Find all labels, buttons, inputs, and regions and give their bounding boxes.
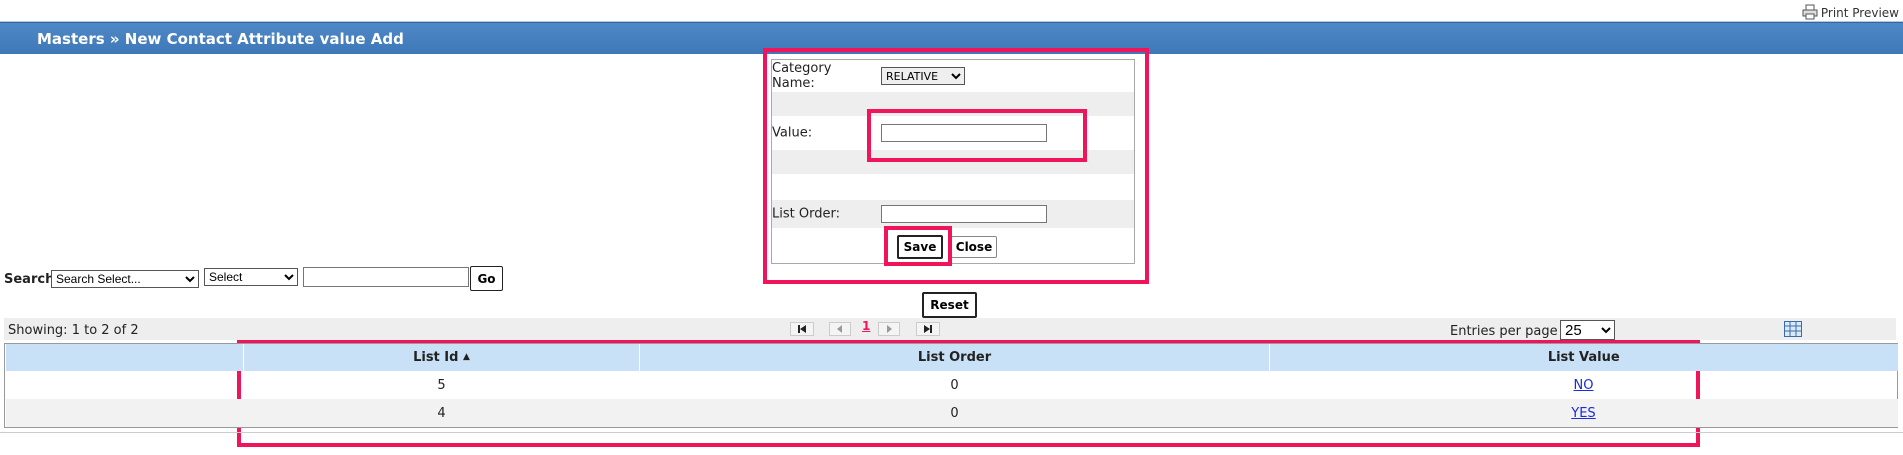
divider — [0, 432, 1903, 433]
current-page[interactable]: 1 — [862, 319, 870, 333]
prev-page-icon[interactable] — [829, 322, 851, 336]
entries-per-page-label: Entries per page — [1450, 324, 1558, 339]
data-grid: List Id ▲ List Order List Value 5 0 NO 4… — [4, 343, 1898, 428]
first-page-icon[interactable] — [790, 322, 814, 336]
search-operator-select[interactable]: Select — [204, 268, 298, 286]
value-input[interactable] — [881, 124, 1047, 142]
form-spacer — [772, 174, 878, 200]
list-order-input[interactable] — [881, 205, 1047, 223]
next-page-icon[interactable] — [878, 322, 900, 336]
search-input[interactable] — [303, 267, 469, 287]
close-button[interactable]: Close — [951, 236, 997, 258]
search-label: Search — [4, 272, 55, 287]
form-spacer — [772, 150, 878, 174]
form-spacer — [878, 150, 1134, 174]
printer-icon — [1802, 4, 1818, 20]
value-label: Value: — [772, 125, 813, 141]
print-preview-link[interactable]: Print Preview — [1802, 4, 1899, 20]
column-header-list-value[interactable]: List Value — [1269, 344, 1898, 371]
category-name-select[interactable]: RELATIVE — [881, 67, 965, 85]
list-value-link[interactable]: YES — [1571, 406, 1595, 421]
column-header-list-id[interactable]: List Id ▲ — [243, 344, 640, 371]
sort-asc-icon: ▲ — [462, 352, 470, 362]
cell-list-order: 0 — [639, 399, 1270, 427]
header-row: List Id ▲ List Order List Value — [5, 344, 1898, 371]
form-spacer — [772, 92, 878, 116]
save-button[interactable]: Save — [897, 235, 943, 259]
header-spacer — [5, 344, 244, 371]
list-value-link[interactable]: NO — [1574, 378, 1594, 393]
cell-list-value: NO — [1270, 371, 1898, 399]
cell-list-id: 4 — [243, 399, 640, 427]
page-title: Masters » New Contact Attribute value Ad… — [37, 30, 404, 48]
go-button[interactable]: Go — [470, 266, 503, 291]
column-header-label: List Id — [413, 350, 459, 365]
form-spacer — [878, 92, 1134, 116]
column-header-list-order[interactable]: List Order — [639, 344, 1270, 371]
table-row[interactable]: 5 0 NO — [6, 371, 1898, 399]
showing-count: Showing: 1 to 2 of 2 — [8, 323, 139, 338]
attribute-form: Category Name: RELATIVE Value: List Orde… — [771, 59, 1135, 264]
row-spacer — [6, 371, 244, 399]
category-name-label: Category Name: — [772, 61, 832, 91]
print-preview-label: Print Preview — [1820, 6, 1899, 20]
list-order-label: List Order: — [772, 206, 840, 222]
cell-list-order: 0 — [950, 377, 959, 393]
search-field-select[interactable]: Search Select... — [51, 270, 199, 288]
reset-button[interactable]: Reset — [922, 292, 977, 318]
cell-list-value: YES — [1269, 399, 1898, 427]
row-spacer — [5, 399, 244, 427]
last-page-icon[interactable] — [916, 322, 940, 336]
table-row[interactable]: 4 0 YES — [5, 399, 1898, 427]
entries-per-page-select[interactable]: 25 — [1560, 320, 1615, 340]
pager-bar: Showing: 1 to 2 of 2 1 Entries per page … — [4, 318, 1896, 340]
column-chooser-icon[interactable] — [1784, 321, 1802, 337]
cell-list-id: 5 — [437, 377, 446, 393]
